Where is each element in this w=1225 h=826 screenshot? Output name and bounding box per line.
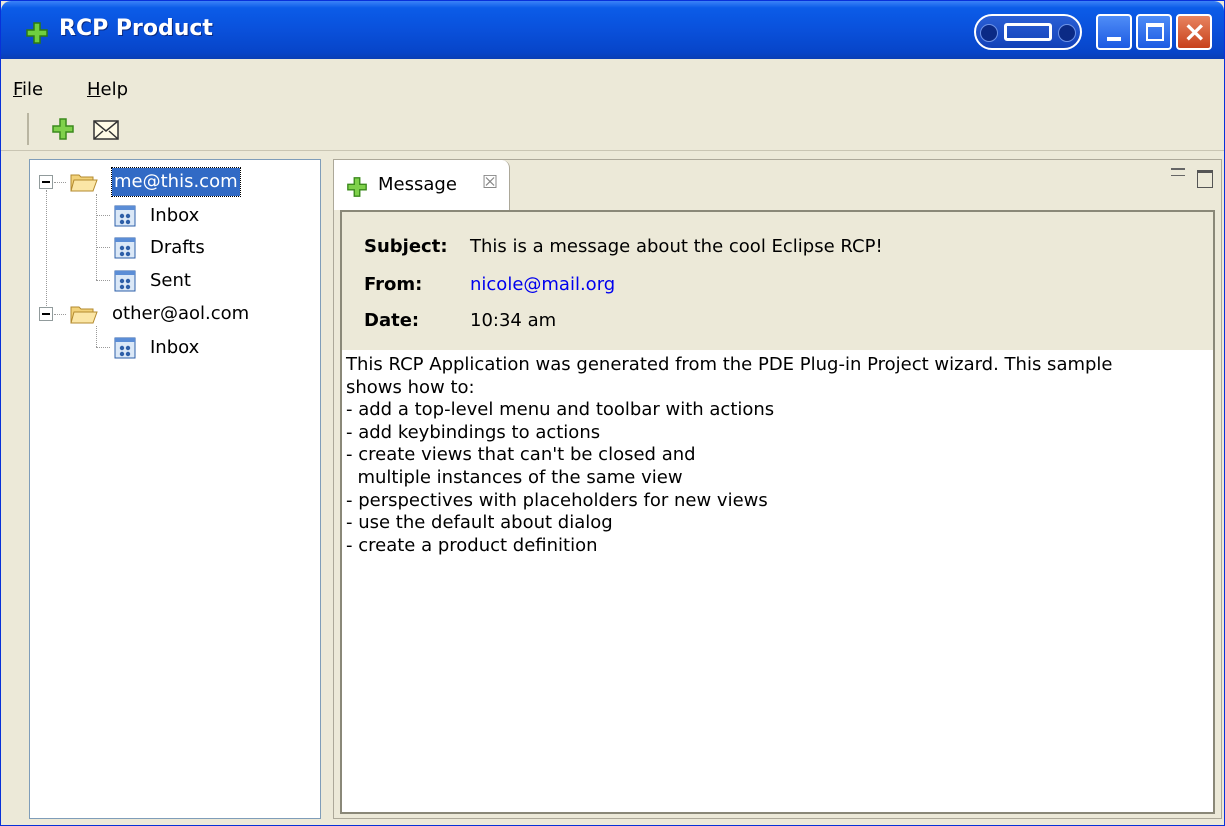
folder-label: Inbox — [150, 337, 200, 358]
folder-view-icon — [114, 337, 136, 359]
from-label: From: — [364, 274, 423, 295]
folder-label: Sent — [150, 270, 191, 291]
close-button[interactable]: × — [1176, 14, 1212, 50]
view-maximize-icon[interactable] — [1197, 170, 1213, 188]
message-view: Message ☒ Subject: This is a message abo… — [333, 159, 1222, 819]
collapse-icon[interactable] — [39, 307, 53, 321]
menu-help-mnemonic: H — [87, 79, 101, 100]
toolbar — [1, 103, 1224, 151]
close-icon: × — [1183, 15, 1207, 48]
message-pane: Subject: This is a message about the coo… — [340, 210, 1215, 814]
view-minimize-icon[interactable] — [1171, 168, 1185, 176]
menu-bar: File Help — [1, 59, 1224, 103]
pill-dot-icon — [980, 24, 998, 42]
mailbox-tree: me@this.com Inbox Drafts Sent other@aol.… — [29, 159, 321, 819]
pill-bar-icon — [1004, 23, 1052, 41]
subject-value: This is a message about the cool Eclipse… — [470, 236, 883, 257]
open-folder-icon — [70, 306, 98, 324]
message-header: Subject: This is a message about the coo… — [342, 212, 1213, 350]
pill-dot-icon — [1058, 24, 1076, 42]
account-label: other@aol.com — [112, 303, 250, 324]
tab-message[interactable]: Message ☒ — [334, 160, 510, 210]
menu-file[interactable]: File — [13, 79, 43, 100]
title-bar[interactable]: RCP Product × — [1, 1, 1224, 59]
open-folder-icon — [70, 174, 98, 192]
app-window: RCP Product × File Help me@this.com Inbo… — [0, 0, 1225, 826]
skin-toggle-button[interactable] — [974, 14, 1082, 50]
tree-folder-drafts[interactable]: Drafts — [30, 234, 320, 262]
account-label: me@this.com — [111, 167, 241, 197]
date-label: Date: — [364, 310, 420, 331]
from-link[interactable]: nicole@mail.org — [470, 274, 615, 295]
minimize-button[interactable] — [1096, 14, 1132, 50]
menu-help[interactable]: Help — [87, 79, 128, 100]
menu-file-mnemonic: F — [13, 79, 23, 100]
tab-close-icon[interactable]: ☒ — [482, 172, 498, 193]
tree-account[interactable]: other@aol.com — [30, 300, 320, 328]
minimize-icon — [1107, 37, 1121, 41]
window-title: RCP Product — [59, 16, 213, 41]
date-value: 10:34 am — [470, 310, 557, 331]
collapse-icon[interactable] — [39, 175, 53, 189]
folder-view-icon — [114, 205, 136, 227]
plus-view-icon — [347, 177, 367, 197]
folder-label: Inbox — [150, 205, 200, 226]
tree-folder-sent[interactable]: Sent — [30, 267, 320, 295]
maximize-icon — [1146, 23, 1164, 41]
menu-file-label: ile — [22, 79, 44, 100]
plus-app-icon — [26, 22, 48, 44]
tab-label: Message — [378, 174, 457, 195]
tree-folder-inbox[interactable]: Inbox — [30, 202, 320, 230]
folder-label: Drafts — [150, 237, 205, 258]
tree-folder-inbox[interactable]: Inbox — [30, 334, 320, 362]
new-view-icon[interactable] — [51, 117, 75, 141]
folder-view-icon — [114, 237, 136, 259]
toolbar-grip[interactable] — [27, 113, 29, 145]
mail-icon[interactable] — [93, 119, 119, 141]
tree-account[interactable]: me@this.com — [30, 167, 320, 197]
maximize-button[interactable] — [1136, 14, 1172, 50]
folder-view-icon — [114, 270, 136, 292]
message-body[interactable]: This RCP Application was generated from … — [346, 354, 1206, 557]
subject-label: Subject: — [364, 236, 448, 257]
menu-help-label: elp — [100, 79, 129, 100]
